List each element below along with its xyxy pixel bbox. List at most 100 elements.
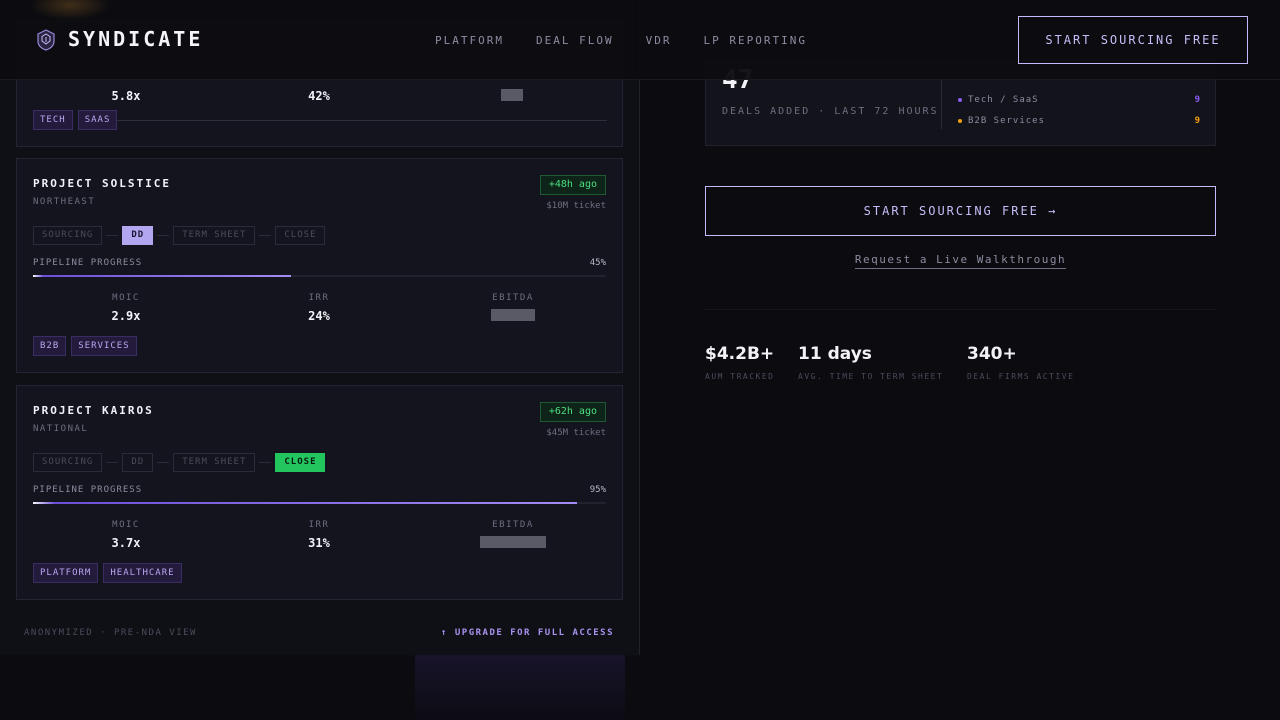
metric-ebitda [419, 83, 605, 105]
metric-label: IRR [308, 520, 330, 530]
ticket-size: $45M ticket [546, 428, 606, 438]
progress-percent: 45% [589, 258, 606, 268]
metric-label: MOIC [112, 520, 140, 530]
hero-panel: 47 DEALS ADDED · LAST 72 HOURS Tech / Sa… [641, 0, 1280, 655]
progress-fill [33, 275, 291, 277]
brand-name[interactable]: SYNDICATE [68, 27, 203, 51]
deal-feed-panel: 5.8x 42% TECH SAAS PROJECT SOLSTICE NORT… [0, 0, 640, 655]
header-start-sourcing-button[interactable]: START SOURCING FREE [1018, 16, 1248, 64]
sector-count: 9 [1194, 95, 1201, 105]
metric-irr: IRR 24% [226, 293, 412, 323]
start-sourcing-button[interactable]: START SOURCING FREE → [705, 186, 1216, 236]
progress-fill [33, 502, 578, 504]
stage-tracker: SOURCING DD TERM SHEET CLOSE [33, 453, 326, 472]
stage-term-sheet: TERM SHEET [173, 453, 256, 472]
stage-term-sheet: TERM SHEET [173, 226, 256, 245]
stage-sourcing: SOURCING [33, 453, 103, 472]
progress-bar [33, 275, 606, 277]
stage-close: CLOSE [275, 226, 326, 245]
kpi-label: DEAL FIRMS ACTIVE [967, 372, 1075, 381]
page: 5.8x 42% TECH SAAS PROJECT SOLSTICE NORT… [0, 0, 1280, 720]
metric-moic-value: 5.8x [111, 89, 141, 103]
metric-irr-value: 42% [308, 89, 330, 103]
stage-connector [259, 235, 272, 236]
stage-connector [106, 235, 119, 236]
metric-irr: 42% [226, 83, 412, 103]
metric-moic: MOIC 3.7x [33, 520, 219, 550]
top-nav-bar: SYNDICATE PLATFORM DEAL FLOW VDR LP REPO… [0, 0, 1280, 80]
tag: B2B [33, 336, 67, 356]
progress-percent: 95% [589, 485, 606, 495]
main-nav: PLATFORM DEAL FLOW VDR LP REPORTING [435, 34, 807, 47]
anonymized-note: ANONYMIZED · PRE-NDA VIEW [24, 628, 197, 638]
stage-close: CLOSE [275, 453, 326, 472]
divider [941, 75, 942, 129]
deal-title: PROJECT KAIROS [33, 404, 154, 417]
metric-label: IRR [308, 293, 330, 303]
metric-moic: 5.8x [33, 83, 219, 103]
nav-deal-flow[interactable]: DEAL FLOW [536, 34, 614, 47]
divider [117, 120, 607, 121]
upgrade-link[interactable]: ↑ UPGRADE FOR FULL ACCESS [441, 628, 614, 638]
kpi-label: AUM TRACKED [705, 372, 775, 381]
sector-row-b2b: B2B Services 9 [958, 116, 1201, 126]
metric-ebitda-redacted [480, 536, 546, 548]
nav-lp-reporting[interactable]: LP REPORTING [703, 34, 806, 47]
stage-connector [259, 462, 272, 463]
stage-dd: DD [122, 226, 154, 245]
metric-value: 2.9x [111, 309, 141, 323]
background-glow [415, 655, 625, 720]
sector-name: Tech / SaaS [968, 95, 1039, 105]
metric-ebitda-redacted [501, 89, 523, 101]
age-badge: +48h ago [539, 175, 606, 195]
stage-tracker: SOURCING DD TERM SHEET CLOSE [33, 226, 326, 245]
sector-row-tech: Tech / SaaS 9 [958, 95, 1201, 105]
deal-tags: PLATFORM HEALTHCARE [33, 563, 182, 583]
deal-title: PROJECT SOLSTICE [33, 177, 171, 190]
tag: SERVICES [71, 336, 137, 356]
stage-dd: DD [122, 453, 154, 472]
deals-added-label: DEALS ADDED · LAST 72 HOURS [722, 106, 939, 117]
deal-card-solstice[interactable]: PROJECT SOLSTICE NORTHEAST +48h ago $10M… [16, 158, 623, 373]
age-badge: +62h ago [539, 402, 606, 422]
progress-label: PIPELINE PROGRESS [33, 485, 143, 495]
metric-label: EBITDA [492, 520, 534, 530]
nav-platform[interactable]: PLATFORM [435, 34, 504, 47]
metric-ebitda-redacted [491, 309, 535, 321]
stage-connector [157, 235, 170, 236]
nav-vdr[interactable]: VDR [646, 34, 672, 47]
kpi-time-to-term-sheet: 11 days AVG. TIME TO TERM SHEET [798, 344, 943, 381]
stage-connector [106, 462, 119, 463]
kpi-value: 11 days [798, 344, 872, 364]
kpi-deal-firms: 340+ DEAL FIRMS ACTIVE [967, 344, 1074, 381]
metric-ebitda: EBITDA [420, 293, 606, 325]
progress-bar [33, 502, 606, 504]
deal-region: NORTHEAST [33, 197, 96, 207]
tag: TECH [33, 110, 73, 130]
tag: SAAS [77, 110, 118, 130]
divider [705, 309, 1216, 310]
metric-value: 3.7x [111, 536, 141, 550]
kpi-value: $4.2B+ [705, 344, 775, 364]
sector-dot [958, 118, 962, 123]
kpi-value: 340+ [967, 344, 1017, 364]
kpi-label: AVG. TIME TO TERM SHEET [798, 372, 944, 381]
tag: HEALTHCARE [103, 563, 182, 583]
metric-moic: MOIC 2.9x [33, 293, 219, 323]
stage-sourcing: SOURCING [33, 226, 103, 245]
ticket-size: $10M ticket [546, 201, 606, 211]
shield-logo-icon[interactable] [37, 29, 55, 51]
progress-label: PIPELINE PROGRESS [33, 258, 143, 268]
request-walkthrough-link[interactable]: Request a Live Walkthrough [854, 253, 1067, 269]
metric-ebitda: EBITDA [420, 520, 606, 552]
kpi-aum: $4.2B+ AUM TRACKED [705, 344, 774, 381]
deal-card-kairos[interactable]: PROJECT KAIROS NATIONAL +62h ago $45M ti… [16, 385, 623, 600]
metric-label: EBITDA [492, 293, 534, 303]
tag: PLATFORM [33, 563, 99, 583]
metric-value: 24% [308, 309, 330, 323]
sector-name: B2B Services [968, 116, 1046, 126]
background-glow [30, 0, 110, 20]
stage-connector [157, 462, 170, 463]
metric-label: MOIC [112, 293, 140, 303]
walkthrough-link-wrap: Request a Live Walkthrough [705, 253, 1216, 269]
